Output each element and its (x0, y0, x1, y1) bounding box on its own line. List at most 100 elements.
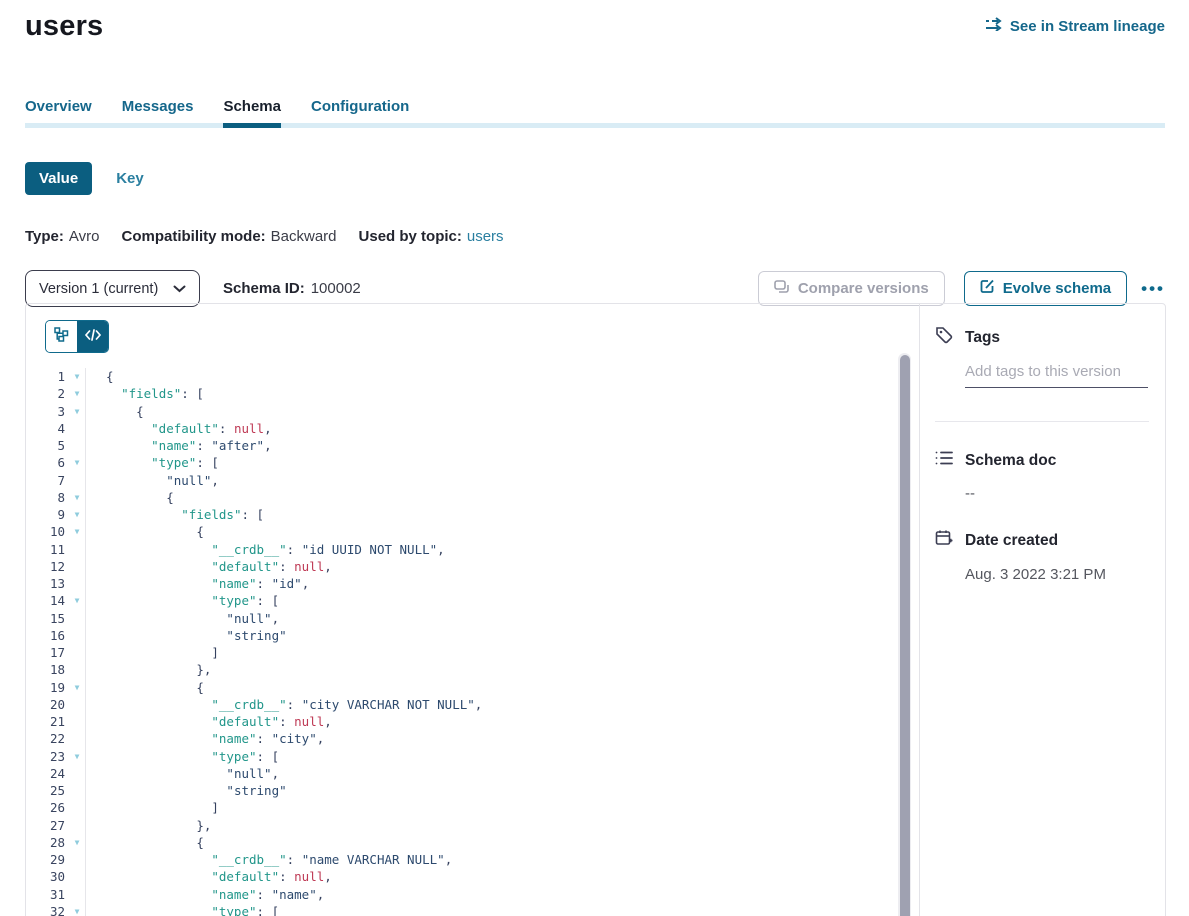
list-icon (935, 450, 953, 471)
collapse-toggle-icon[interactable]: ▼ (69, 834, 85, 851)
sidebar-divider (935, 421, 1149, 422)
code-text: "null", (86, 472, 219, 489)
code-text: "string" (86, 782, 287, 799)
line-number: 23 (26, 748, 69, 765)
line-number: 5 (26, 437, 69, 454)
code-line: 2▼ "fields": [ (26, 385, 893, 402)
evolve-schema-button[interactable]: Evolve schema (964, 271, 1127, 306)
code-line: 18 }, (26, 661, 893, 678)
code-line: 9▼ "fields": [ (26, 506, 893, 523)
schema-panel: 1▼{2▼ "fields": [3▼ {4 "default": null,5… (25, 303, 1166, 916)
tab-schema[interactable]: Schema (223, 90, 281, 128)
compare-versions-label: Compare versions (798, 280, 929, 297)
code-line: 20 "__crdb__": "city VARCHAR NOT NULL", (26, 696, 893, 713)
line-number: 26 (26, 799, 69, 816)
schema-doc-section: Schema doc -- (935, 450, 1149, 502)
value-toggle-button[interactable]: Value (25, 162, 92, 195)
collapse-toggle-icon[interactable]: ▼ (69, 592, 85, 609)
key-toggle-button[interactable]: Key (116, 170, 144, 187)
code-text: "fields": [ (86, 385, 204, 402)
code-text: "null", (86, 765, 279, 782)
add-tags-input[interactable] (965, 359, 1148, 388)
collapse-toggle-icon[interactable]: ▼ (69, 454, 85, 471)
collapse-toggle-icon[interactable]: ▼ (69, 368, 85, 385)
collapse-toggle-icon[interactable]: ▼ (69, 403, 85, 420)
line-number: 10 (26, 523, 69, 540)
version-select-value: Version 1 (current) (39, 281, 158, 297)
compare-icon (774, 280, 790, 298)
code-text: "type": [ (86, 903, 279, 916)
editor-view-toggle (45, 320, 109, 353)
code-line: 26 ] (26, 799, 893, 816)
evolve-schema-label: Evolve schema (1003, 280, 1111, 297)
meta-label: Compatibility mode: (121, 228, 265, 245)
line-number: 31 (26, 886, 69, 903)
tag-icon (935, 326, 953, 349)
tab-configuration[interactable]: Configuration (311, 90, 409, 128)
code-text: "default": null, (86, 868, 332, 885)
code-text: "name": "after", (86, 437, 272, 454)
collapse-toggle-icon[interactable]: ▼ (69, 506, 85, 523)
schema-id-value: 100002 (311, 280, 361, 297)
code-text: "null", (86, 610, 279, 627)
line-number: 2 (26, 385, 69, 402)
meta-pair: Compatibility mode:Backward (121, 228, 336, 245)
more-options-button[interactable]: ••• (1141, 284, 1165, 294)
line-number: 8 (26, 489, 69, 506)
code-line: 11 "__crdb__": "id UUID NOT NULL", (26, 541, 893, 558)
code-text: "type": [ (86, 454, 219, 471)
code-text: "__crdb__": "city VARCHAR NOT NULL", (86, 696, 482, 713)
code-text: "default": null, (86, 420, 272, 437)
code-text: "__crdb__": "name VARCHAR NULL", (86, 851, 452, 868)
line-number: 24 (26, 765, 69, 782)
code-line: 29 "__crdb__": "name VARCHAR NULL", (26, 851, 893, 868)
scrollbar-thumb[interactable] (900, 355, 910, 916)
collapse-toggle-icon[interactable]: ▼ (69, 385, 85, 402)
line-number: 4 (26, 420, 69, 437)
meta-value-link[interactable]: users (467, 228, 504, 245)
tab-bar: Overview Messages Schema Configuration (0, 90, 1189, 128)
collapse-toggle-icon[interactable]: ▼ (69, 679, 85, 696)
version-controls-row: Version 1 (current) Schema ID: 100002 Co… (25, 270, 1165, 307)
line-number: 25 (26, 782, 69, 799)
line-number: 30 (26, 868, 69, 885)
value-key-toggle: Value Key (25, 162, 1189, 195)
line-number: 14 (26, 592, 69, 609)
line-number: 13 (26, 575, 69, 592)
line-number: 6 (26, 454, 69, 471)
code-view-button[interactable] (77, 321, 108, 352)
edit-icon (980, 279, 995, 298)
code-line: 15 "null", (26, 610, 893, 627)
line-number: 29 (26, 851, 69, 868)
line-number: 12 (26, 558, 69, 575)
code-line: 5 "name": "after", (26, 437, 893, 454)
code-line: 23▼ "type": [ (26, 748, 893, 765)
code-line: 4 "default": null, (26, 420, 893, 437)
code-text: "__crdb__": "id UUID NOT NULL", (86, 541, 445, 558)
schema-id-label: Schema ID: (223, 280, 305, 297)
code-line: 32▼ "type": [ (26, 903, 893, 916)
schema-page: users See in Stream lineage Overview Mess… (0, 0, 1189, 916)
code-line: 13 "name": "id", (26, 575, 893, 592)
collapse-toggle-icon[interactable]: ▼ (69, 748, 85, 765)
chevron-down-icon (173, 281, 186, 297)
code-text: ] (86, 799, 219, 816)
code-text: }, (86, 661, 211, 678)
tab-underline-track (25, 123, 1165, 128)
code-line: 24 "null", (26, 765, 893, 782)
collapse-toggle-icon[interactable]: ▼ (69, 489, 85, 506)
tree-view-button[interactable] (46, 321, 77, 352)
meta-value: Avro (69, 228, 100, 245)
compare-versions-button[interactable]: Compare versions (758, 271, 945, 306)
tab-messages[interactable]: Messages (122, 90, 194, 128)
code-text: "fields": [ (86, 506, 264, 523)
collapse-toggle-icon[interactable]: ▼ (69, 523, 85, 540)
code-text: ] (86, 644, 219, 661)
version-select[interactable]: Version 1 (current) (25, 270, 200, 307)
line-number: 15 (26, 610, 69, 627)
code-text: "type": [ (86, 592, 279, 609)
schema-editor: 1▼{2▼ "fields": [3▼ {4 "default": null,5… (26, 304, 919, 916)
tab-overview[interactable]: Overview (25, 90, 92, 128)
see-in-stream-lineage-link[interactable]: See in Stream lineage (985, 17, 1165, 35)
collapse-toggle-icon[interactable]: ▼ (69, 903, 85, 916)
